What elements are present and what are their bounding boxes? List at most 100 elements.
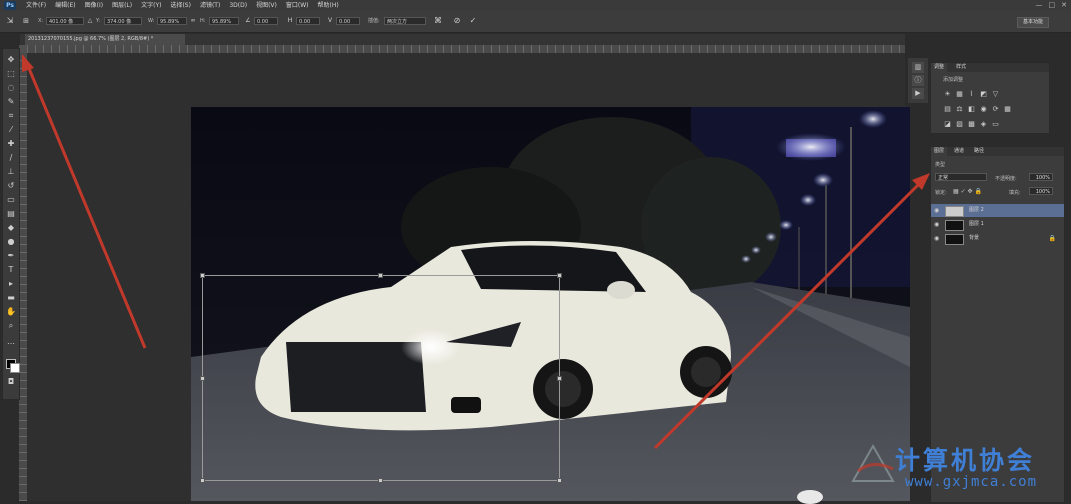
delta-icon[interactable]: △ (86, 16, 94, 26)
link-icon[interactable]: ∞ (189, 16, 197, 26)
eyedropper-tool-icon[interactable]: ⁄ (6, 125, 16, 135)
blend-mode-select[interactable]: 正常 (935, 173, 987, 181)
menu-edit[interactable]: 编辑(E) (55, 1, 75, 10)
brush-tool-icon[interactable]: ∕ (6, 153, 16, 163)
color-lookup-icon[interactable]: ▦ (1003, 105, 1012, 113)
posterize-icon[interactable]: ▨ (955, 120, 964, 128)
menu-filter[interactable]: 滤镜(T) (200, 1, 220, 10)
interpolation-select[interactable]: 两次立方 (384, 17, 426, 25)
hue-saturation-icon[interactable]: ▤ (943, 105, 952, 113)
transform-handle-r[interactable] (557, 376, 562, 381)
eraser-tool-icon[interactable]: ▭ (6, 195, 16, 205)
invert-icon[interactable]: ◪ (943, 120, 952, 128)
threshold-icon[interactable]: ▩ (967, 120, 976, 128)
hand-tool-icon[interactable]: ✋ (6, 307, 16, 317)
channel-mixer-icon[interactable]: ⟳ (991, 105, 1000, 113)
transform-bounding-box[interactable] (200, 273, 562, 483)
cancel-transform-button[interactable]: ⊘ (452, 16, 462, 26)
opacity-field[interactable]: 100% (1029, 173, 1053, 181)
menu-select[interactable]: 选择(S) (170, 1, 191, 10)
menu-3d[interactable]: 3D(D) (229, 1, 247, 10)
crop-tool-icon[interactable]: ⌗ (6, 111, 16, 121)
minimize-button[interactable]: — (1036, 0, 1043, 10)
menu-type[interactable]: 文字(Y) (141, 1, 161, 10)
gradient-tool-icon[interactable]: ▤ (6, 209, 16, 219)
transform-handle-tr[interactable] (557, 273, 562, 278)
visibility-eye-icon[interactable]: ◉ (934, 218, 939, 231)
visibility-eye-icon[interactable]: ◉ (934, 232, 939, 245)
transform-tool-icon[interactable]: ⇲ (4, 16, 16, 26)
zoom-tool-icon[interactable]: ⌕ (6, 321, 16, 331)
tab-styles[interactable]: 样式 (953, 63, 969, 72)
vertical-ruler[interactable] (19, 53, 27, 501)
ruler-origin[interactable] (19, 45, 27, 53)
menu-window[interactable]: 窗口(W) (286, 1, 309, 10)
blur-tool-icon[interactable]: ◆ (6, 223, 16, 233)
menu-help[interactable]: 帮助(H) (318, 1, 339, 10)
commit-transform-button[interactable]: ✓ (468, 16, 478, 26)
visibility-eye-icon[interactable]: ◉ (934, 204, 939, 217)
menu-layer[interactable]: 图层(L) (112, 1, 132, 10)
width-field[interactable]: 95.89% (157, 17, 187, 25)
background-color-swatch[interactable] (10, 363, 20, 373)
exposure-icon[interactable]: ◩ (979, 90, 988, 98)
x-field[interactable]: 401.00 像 (46, 17, 84, 25)
reference-point-icon[interactable]: ⊞ (20, 16, 32, 26)
photo-filter-icon[interactable]: ◉ (979, 105, 988, 113)
color-balance-icon[interactable]: ⚖ (955, 105, 964, 113)
menu-image[interactable]: 图像(I) (85, 1, 103, 10)
fill-field[interactable]: 100% (1029, 187, 1053, 195)
angle-field[interactable]: 0.00 (254, 17, 278, 25)
warp-mode-icon[interactable]: ⌘ (432, 16, 444, 26)
transform-handle-l[interactable] (200, 376, 205, 381)
menu-view[interactable]: 视图(V) (256, 1, 277, 10)
transform-handle-t[interactable] (378, 273, 383, 278)
actions-panel-icon[interactable]: ▶ (912, 88, 924, 99)
layer-row-1[interactable]: ◉ 图层 1 (931, 218, 1064, 231)
menu-file[interactable]: 文件(F) (26, 1, 46, 10)
document-tab[interactable]: 20131237070155.jpg @ 66.7% (图层 2, RGB/8#… (25, 34, 185, 45)
workspace-switcher[interactable]: 基本功能 (1017, 17, 1049, 28)
tab-adjustments[interactable]: 调整 (931, 63, 948, 72)
type-tool-icon[interactable]: T (6, 265, 16, 275)
v-skew-field[interactable]: 0.00 (336, 17, 360, 25)
levels-icon[interactable]: ▦ (955, 90, 964, 98)
vibrance-icon[interactable]: ▽ (991, 90, 1000, 98)
h-skew-field[interactable]: 0.00 (296, 17, 320, 25)
lasso-tool-icon[interactable]: ◌ (6, 83, 16, 93)
path-select-tool-icon[interactable]: ▸ (6, 279, 16, 289)
layer-row-background[interactable]: ◉ 背景 🔒 (931, 232, 1064, 245)
height-field[interactable]: 95.89% (209, 17, 239, 25)
layer-name[interactable]: 背景 (969, 232, 979, 245)
tab-paths[interactable]: 路径 (971, 147, 987, 156)
properties-panel-icon[interactable]: ⓘ (912, 75, 924, 86)
layer-kind-filter[interactable]: 类型 (935, 161, 945, 168)
history-brush-tool-icon[interactable]: ↺ (6, 181, 16, 191)
transform-handle-br[interactable] (557, 478, 562, 483)
dodge-tool-icon[interactable]: ● (6, 237, 16, 247)
brightness-contrast-icon[interactable]: ☀ (943, 90, 952, 98)
history-panel-icon[interactable]: ▥ (912, 62, 924, 73)
selective-color-icon[interactable]: ◈ (979, 120, 988, 128)
horizontal-ruler[interactable] (27, 45, 905, 53)
marquee-tool-icon[interactable]: ⬚ (6, 69, 16, 79)
black-white-icon[interactable]: ◧ (967, 105, 976, 113)
healing-tool-icon[interactable]: ✚ (6, 139, 16, 149)
maximize-button[interactable]: □ (1049, 0, 1056, 10)
lock-icons[interactable]: ▦ ✓ ✥ 🔒 (953, 188, 982, 195)
layer-name[interactable]: 图层 1 (969, 218, 984, 231)
gradient-map-icon[interactable]: ▭ (991, 120, 1000, 128)
more-tools-icon[interactable]: … (6, 337, 16, 347)
curves-icon[interactable]: ⌇ (967, 90, 976, 98)
tab-channels[interactable]: 通道 (951, 147, 967, 156)
y-field[interactable]: 374.00 像 (104, 17, 142, 25)
layer-name[interactable]: 图层 2 (969, 204, 984, 217)
pen-tool-icon[interactable]: ✒ (6, 251, 16, 261)
shape-tool-icon[interactable]: ▬ (6, 293, 16, 303)
close-button[interactable]: ✕ (1061, 0, 1067, 10)
transform-handle-bl[interactable] (200, 478, 205, 483)
quick-mask-icon[interactable]: ◘ (6, 377, 16, 387)
transform-handle-b[interactable] (378, 478, 383, 483)
move-tool-icon[interactable]: ✥ (6, 55, 16, 65)
layer-row-2[interactable]: ◉ 图层 2 (931, 204, 1064, 217)
